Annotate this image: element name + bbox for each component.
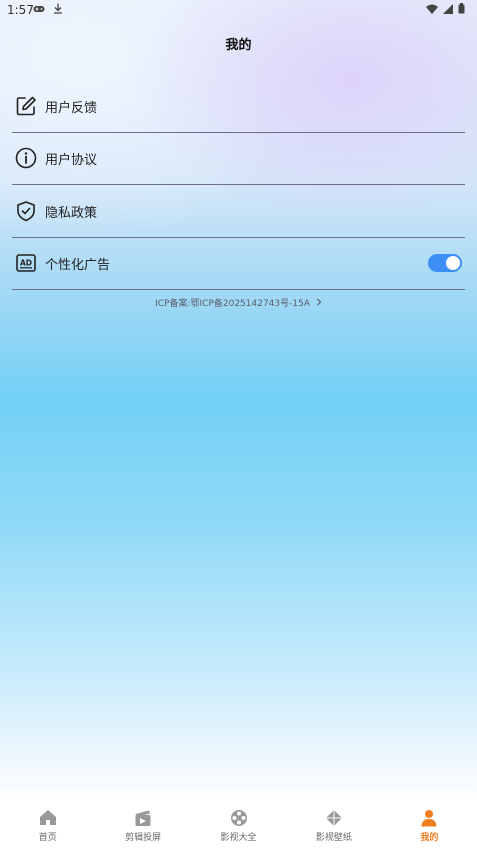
tab-wallpapers[interactable]: 影视壁纸 [286,796,381,848]
ad-icon: AD [15,252,37,274]
menu-label-personalized-ads: 个性化广告 [45,257,111,273]
tab-mine[interactable]: 我的 [382,796,477,848]
film-reel-icon [229,808,249,828]
tab-label-home: 首页 [38,832,57,843]
signal-icon [443,3,453,17]
tab-movies[interactable]: 影视大全 [191,796,286,848]
edit-icon [15,95,37,117]
tab-label-wallpapers: 影视壁纸 [315,832,352,843]
status-time: 1:57 [7,3,34,17]
menu-label-feedback: 用户反馈 [45,100,98,116]
chevron-right-icon [313,298,322,309]
bottom-tab-bar: 首页 剪辑投屏 影视大全 影视壁纸 我的 [0,796,477,848]
person-icon [419,808,439,828]
clapper-icon [133,808,153,828]
menu-item-personalized-ads: AD 个性化广告 [12,237,465,290]
gamepad-icon [33,3,45,17]
menu-item-feedback[interactable]: 用户反馈 [12,80,465,133]
menu-label-user-agreement: 用户协议 [45,152,98,168]
icp-link[interactable]: ICP备案:鄂ICP备2025142743号-15A [0,296,477,309]
wifi-icon [426,3,438,17]
svg-text:AD: AD [20,259,32,268]
page-title: 我的 [225,38,252,53]
menu-item-privacy-policy[interactable]: 隐私政策 [12,185,465,238]
menu-item-user-agreement[interactable]: 用户协议 [12,132,465,185]
personalized-ads-toggle[interactable] [428,254,462,272]
icp-text: ICP备案:鄂ICP备2025142743号-15A [155,299,310,309]
tab-label-edit-cast: 剪辑投屏 [125,832,162,843]
battery-icon [458,3,465,17]
menu-label-privacy-policy: 隐私政策 [45,205,98,221]
shield-icon [15,200,37,222]
tab-edit-cast[interactable]: 剪辑投屏 [95,796,190,848]
tab-label-movies: 影视大全 [220,832,257,843]
tab-home[interactable]: 首页 [0,796,95,848]
home-icon [38,808,58,828]
status-bar: 1:57 [0,0,477,20]
toggle-knob [446,256,460,270]
tab-label-mine: 我的 [420,832,439,843]
download-icon [53,3,63,17]
diamond-icon [324,808,344,828]
info-icon [15,147,37,169]
